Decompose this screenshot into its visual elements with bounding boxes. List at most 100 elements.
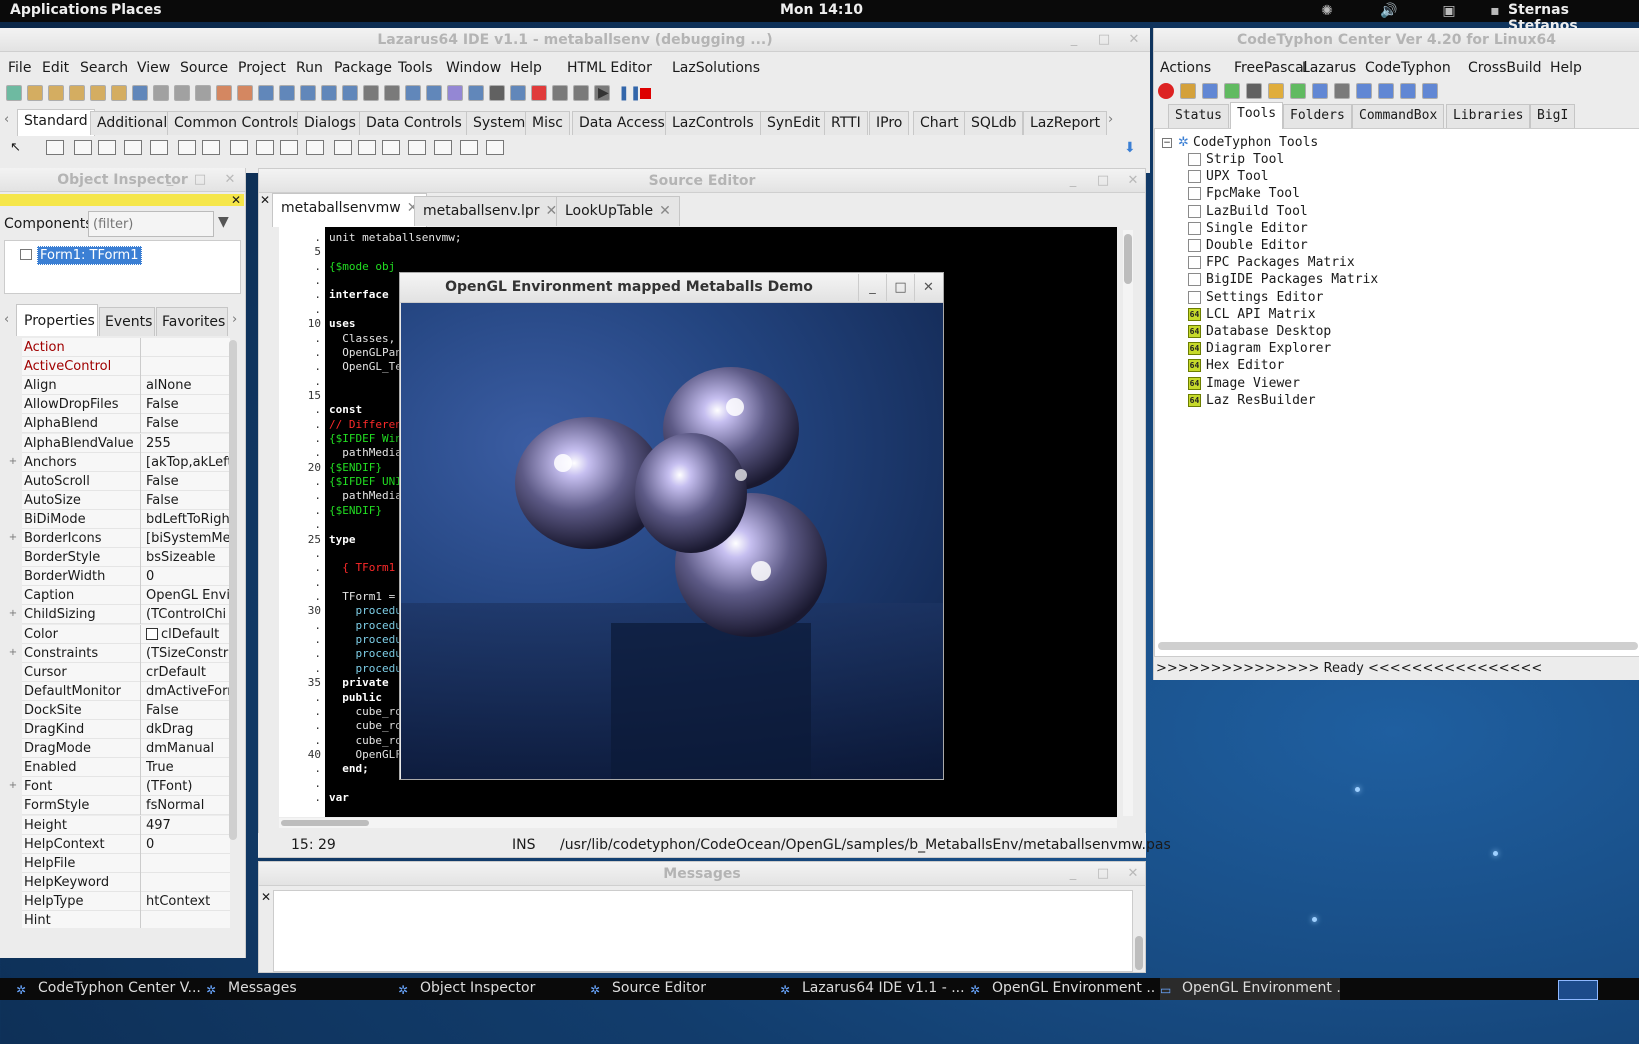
- toolbar-tool-icon[interactable]: [573, 85, 589, 101]
- toolbar-tool-icon[interactable]: [552, 85, 568, 101]
- toolbar-tool-icon[interactable]: [279, 85, 295, 101]
- ct-toolbar-icon[interactable]: [1202, 83, 1218, 99]
- tree-item[interactable]: 64 Database Desktop: [1188, 324, 1331, 339]
- expand-icon[interactable]: +: [8, 647, 18, 658]
- property-value[interactable]: bdLeftToRight: [146, 512, 230, 527]
- property-row[interactable]: Color clDefault: [22, 624, 230, 644]
- toolbar-tool-icon[interactable]: [300, 85, 316, 101]
- ct-tab-libraries[interactable]: Libraries: [1446, 104, 1531, 128]
- minimize-icon[interactable]: _: [1065, 173, 1081, 189]
- property-value[interactable]: False: [146, 397, 230, 412]
- workspace-switcher[interactable]: [1558, 980, 1598, 1000]
- menu-edit[interactable]: Edit: [42, 60, 69, 76]
- property-row[interactable]: BorderStyle bsSizeable: [22, 548, 230, 568]
- expand-icon[interactable]: +: [8, 533, 18, 543]
- clock[interactable]: Mon 14:10: [780, 2, 863, 18]
- menu-window[interactable]: Window: [446, 60, 501, 76]
- applications-menu[interactable]: Applications: [10, 2, 108, 18]
- property-row[interactable]: Caption OpenGL Envi: [22, 586, 230, 606]
- palette-tab-rtti[interactable]: RTTI: [824, 111, 868, 135]
- toolbar-tool-icon[interactable]: [111, 85, 127, 101]
- component-icon[interactable]: [306, 140, 324, 155]
- property-grid-scrollbar[interactable]: [229, 340, 237, 840]
- property-row[interactable]: ChildSizing (TControlChi: [22, 605, 230, 625]
- component-icon[interactable]: [382, 140, 400, 155]
- toolbar-tool-icon[interactable]: [321, 85, 337, 101]
- tree-root[interactable]: CodeTyphon Tools: [1193, 135, 1318, 150]
- codetyphon-titlebar[interactable]: CodeTyphon Center Ver 4.20 for Linux64: [1154, 28, 1639, 52]
- editor-dock-close-icon[interactable]: ✕: [260, 193, 270, 207]
- close-red-icon[interactable]: [1158, 83, 1174, 99]
- palette-tab-additional[interactable]: Additional: [90, 111, 175, 135]
- ct-toolbar-icon[interactable]: [1180, 83, 1196, 99]
- ct-toolbar-icon[interactable]: [1356, 83, 1372, 99]
- ct-toolbar-icon[interactable]: [1290, 83, 1306, 99]
- close-icon[interactable]: ✕: [1126, 32, 1142, 48]
- messages-titlebar[interactable]: Messages: [259, 862, 1145, 886]
- expand-icon[interactable]: +: [8, 456, 18, 467]
- ide-titlebar[interactable]: Lazarus64 IDE v1.1 - metaballsenv (debug…: [0, 28, 1150, 52]
- tree-item[interactable]: 64 Diagram Explorer: [1188, 341, 1331, 356]
- property-row[interactable]: HelpKeyword: [22, 872, 230, 892]
- palette-tab-synedit[interactable]: SynEdit: [760, 111, 828, 135]
- tree-item[interactable]: FPC Packages Matrix: [1188, 255, 1355, 270]
- toolbar-tool-icon[interactable]: [237, 85, 253, 101]
- component-icon[interactable]: [74, 140, 92, 155]
- property-value[interactable]: clDefault: [146, 627, 230, 642]
- property-row[interactable]: Hint: [22, 911, 230, 928]
- tree-item[interactable]: 64 Image Viewer: [1188, 376, 1300, 391]
- ct-menu-actions[interactable]: Actions: [1160, 60, 1211, 76]
- expand-icon[interactable]: +: [8, 781, 18, 791]
- ct-tab-bigi[interactable]: BigI: [1530, 104, 1576, 128]
- property-value[interactable]: False: [146, 416, 230, 431]
- property-value[interactable]: dmManual: [146, 741, 230, 756]
- toolbar-tool-icon[interactable]: [363, 85, 379, 101]
- property-value[interactable]: (TFont): [146, 779, 230, 794]
- palette-tab-data-access[interactable]: Data Access: [572, 111, 672, 135]
- toolbar-tool-icon[interactable]: [216, 85, 232, 101]
- close-icon[interactable]: ✕: [1125, 173, 1141, 189]
- tree-item[interactable]: FpcMake Tool: [1188, 186, 1300, 201]
- property-row[interactable]: BorderIcons [biSystemMenu]: [22, 529, 230, 548]
- property-value[interactable]: False: [146, 703, 230, 718]
- property-row[interactable]: Height 497: [22, 815, 230, 835]
- palette-right-arrow-icon[interactable]: ›: [1108, 112, 1113, 127]
- property-value[interactable]: crDefault: [146, 665, 230, 680]
- tabs-left-arrow-icon[interactable]: ‹: [4, 312, 9, 327]
- toolbar-tool-icon[interactable]: [510, 85, 526, 101]
- tree-item[interactable]: Strip Tool: [1188, 152, 1284, 167]
- toolbar-tool-icon[interactable]: [48, 85, 64, 101]
- menu-lazsolutions[interactable]: LazSolutions: [672, 60, 760, 76]
- property-row[interactable]: BorderWidth 0: [22, 567, 230, 587]
- run-icon[interactable]: ▶: [598, 85, 609, 101]
- component-icon[interactable]: [124, 140, 142, 155]
- palette-tab-misc[interactable]: Misc: [525, 111, 570, 135]
- property-value[interactable]: [biSystemMenu]: [146, 531, 230, 546]
- property-value[interactable]: False: [146, 493, 230, 508]
- property-row[interactable]: AllowDropFiles False: [22, 395, 230, 415]
- property-row[interactable]: DragKind dkDrag: [22, 720, 230, 739]
- palette-tab-lazreport[interactable]: LazReport: [1023, 111, 1108, 135]
- taskbar-item[interactable]: ✲ Source Editor: [590, 980, 776, 997]
- components-filter-input[interactable]: [88, 211, 214, 237]
- taskbar-item[interactable]: ✲ OpenGL Environment ...: [970, 980, 1156, 997]
- property-value[interactable]: fsNormal: [146, 798, 230, 813]
- menu-file[interactable]: File: [8, 60, 31, 76]
- editor-tab[interactable]: metaballsenv.lpr ✕: [414, 196, 567, 226]
- dock-close-icon[interactable]: ✕: [231, 193, 241, 207]
- volume-icon[interactable]: 🔊: [1380, 3, 1398, 19]
- tree-item[interactable]: BigIDE Packages Matrix: [1188, 272, 1378, 287]
- property-row[interactable]: DragMode dmManual: [22, 739, 230, 759]
- tree-item[interactable]: 64 Hex Editor: [1188, 358, 1284, 373]
- property-row[interactable]: HelpFile: [22, 853, 230, 873]
- toolbar-tool-icon[interactable]: [69, 85, 85, 101]
- editor-vertical-scrollbar[interactable]: [1123, 230, 1133, 816]
- ct-toolbar-icon[interactable]: [1422, 83, 1438, 99]
- toolbar-tool-icon[interactable]: [90, 85, 106, 101]
- toolbar-tool-icon[interactable]: [447, 85, 463, 101]
- property-row[interactable]: Anchors [akTop,akLeft]: [22, 452, 230, 472]
- property-value[interactable]: False: [146, 474, 230, 489]
- ct-tab-commandbox[interactable]: CommandBox: [1352, 104, 1445, 128]
- toolbar-tool-icon[interactable]: [342, 85, 358, 101]
- editor-tab[interactable]: LookUpTable ✕: [556, 196, 680, 226]
